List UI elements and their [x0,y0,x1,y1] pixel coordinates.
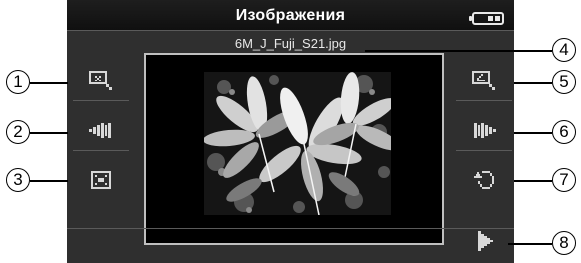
zoom-out-icon [472,71,495,90]
callout-6: 6 [552,120,576,144]
rotate-button[interactable] [456,160,512,200]
callout-3-leader [30,180,68,182]
photo-leaves [203,72,401,216]
divider [67,228,514,229]
callout-5: 5 [552,70,576,94]
file-name: 6M_J_Fuji_S21.jpg [234,36,347,51]
zoom-out-button[interactable] [456,60,512,101]
slideshow-play-button[interactable] [465,222,507,260]
zoom-in-icon [89,71,112,90]
callout-4-leader [365,50,552,52]
previous-image-button[interactable] [73,110,129,151]
callout-7: 7 [552,168,576,192]
callout-8: 8 [552,231,576,255]
fit-screen-icon [91,171,111,189]
fit-screen-button[interactable] [73,160,129,200]
rotate-icon [474,171,494,189]
photo-leaves-image [203,72,401,216]
image-viewer-screen: Изображения 6M_J_Fuji_S21.jpg [67,0,514,263]
next-image-icon [474,123,496,138]
callout-6-leader [514,132,552,134]
title-bar: Изображения [67,0,514,31]
image-viewport[interactable] [144,53,444,245]
callout-1-leader [30,82,68,84]
callout-3: 3 [6,168,30,192]
callout-4: 4 [552,38,576,62]
left-controls [67,50,137,230]
callout-2: 2 [6,120,30,144]
previous-image-icon [89,123,111,138]
callout-7-leader [514,180,552,182]
callout-5-leader [514,82,552,84]
right-controls [450,50,514,230]
callout-1: 1 [6,70,30,94]
callout-8-leader [508,243,552,245]
callout-2-leader [30,132,68,134]
slideshow-play-icon [478,231,493,251]
battery-icon [469,12,504,25]
next-image-button[interactable] [456,110,512,151]
screen-title: Изображения [235,7,346,24]
zoom-in-button[interactable] [73,60,129,101]
